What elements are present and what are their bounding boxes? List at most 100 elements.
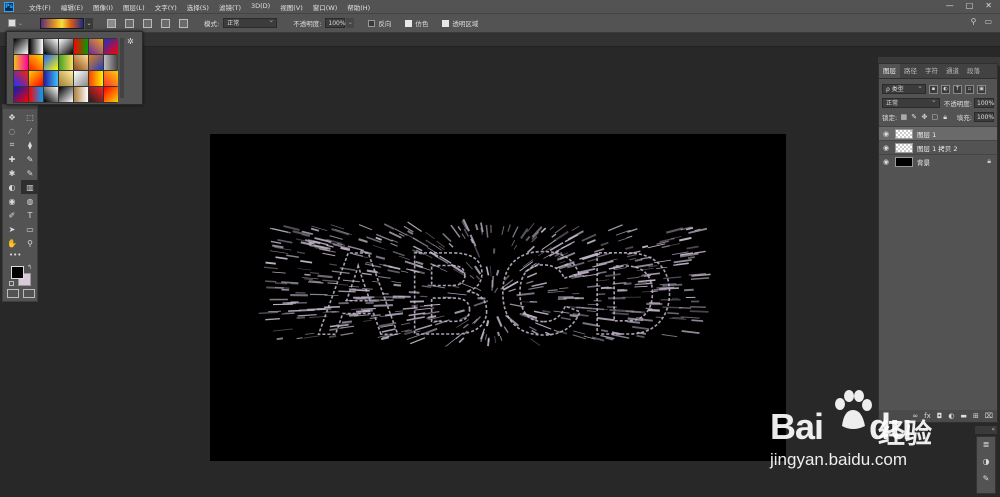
gradient-preset[interactable] xyxy=(104,55,118,70)
linear-gradient-button[interactable] xyxy=(107,18,116,28)
eraser-tool-icon[interactable]: ◐ xyxy=(3,180,21,194)
gradient-preset[interactable] xyxy=(44,39,58,54)
healing-tool-icon[interactable]: ✚ xyxy=(3,152,21,166)
gradient-preset[interactable] xyxy=(89,55,103,70)
reflected-gradient-button[interactable] xyxy=(161,18,170,28)
mode-select[interactable]: 正常 xyxy=(223,16,278,28)
eyedropper-tool-icon[interactable]: ⧫ xyxy=(21,138,39,152)
gradient-preset[interactable] xyxy=(29,39,43,54)
foreground-color[interactable] xyxy=(11,266,24,279)
smart-filter-icon[interactable]: ▣ xyxy=(977,84,986,94)
panel-tab[interactable]: 字符 xyxy=(921,64,942,78)
gradient-preset[interactable] xyxy=(29,55,43,70)
angle-gradient-button[interactable] xyxy=(143,18,152,28)
diamond-gradient-button[interactable] xyxy=(179,18,188,28)
gradient-preset[interactable] xyxy=(104,71,118,86)
panel-tab[interactable]: 通道 xyxy=(942,64,963,78)
path-select-tool-icon[interactable]: ➤ xyxy=(3,222,21,236)
gradient-preset[interactable] xyxy=(89,87,103,102)
panel-tab[interactable]: 段落 xyxy=(963,64,984,78)
transparency-checkbox[interactable] xyxy=(442,19,450,27)
gradient-preset[interactable] xyxy=(59,39,73,54)
swap-colors-icon[interactable]: ↰ xyxy=(27,264,32,271)
lasso-tool-icon[interactable]: ◌ xyxy=(3,124,21,138)
opacity-slider-button[interactable]: ⌄ xyxy=(346,18,355,28)
panel-tab[interactable]: 路径 xyxy=(900,64,921,78)
magic-wand-tool-icon[interactable]: ⁄ xyxy=(21,124,39,138)
lock-artboard-icon[interactable]: ▢ xyxy=(931,113,938,122)
menu-item[interactable]: 文件(F) xyxy=(24,2,56,12)
marquee-tool-icon[interactable]: ⬚ xyxy=(21,110,39,124)
popup-scrollbar[interactable] xyxy=(120,38,124,98)
layer-row[interactable]: ◉ 图层 1 拷贝 2 xyxy=(879,140,997,154)
history-brush-tool-icon[interactable]: ✎ xyxy=(21,166,39,180)
gradient-preset[interactable] xyxy=(44,87,58,102)
default-colors-icon[interactable] xyxy=(9,281,14,286)
adjustment-filter-icon[interactable]: ◐ xyxy=(941,84,950,94)
eye-icon[interactable]: ◉ xyxy=(879,130,893,138)
stamp-tool-icon[interactable]: ✱ xyxy=(3,166,21,180)
menu-item[interactable]: 窗口(W) xyxy=(308,2,343,12)
layer-row[interactable]: ◉ 图层 1 xyxy=(879,126,997,140)
gradient-preset[interactable] xyxy=(59,55,73,70)
gradient-preset[interactable] xyxy=(59,71,73,86)
menu-item[interactable]: 编辑(E) xyxy=(56,2,88,12)
pixel-filter-icon[interactable]: ▪ xyxy=(929,84,938,94)
gradient-preset[interactable] xyxy=(14,71,28,86)
quick-mask-icon[interactable] xyxy=(7,289,19,298)
radial-gradient-button[interactable] xyxy=(125,18,134,28)
document-canvas[interactable]: ABCD xyxy=(210,134,786,461)
gear-icon[interactable]: ✲ xyxy=(127,37,134,46)
move-tool-icon[interactable]: ✥ xyxy=(3,110,21,124)
type-tool-icon[interactable]: T xyxy=(21,208,39,222)
menu-item[interactable]: 3D(D) xyxy=(246,2,275,12)
menu-item[interactable]: 滤镜(T) xyxy=(214,2,246,12)
gradient-preset[interactable] xyxy=(44,55,58,70)
workspace-icon[interactable]: ▭ xyxy=(984,17,992,26)
gradient-preset[interactable] xyxy=(89,39,103,54)
gradient-preset[interactable] xyxy=(59,87,73,102)
eye-icon[interactable]: ◉ xyxy=(879,158,893,166)
type-filter-icon[interactable]: T xyxy=(953,84,962,94)
menu-item[interactable]: 文字(Y) xyxy=(150,2,182,12)
zoom-tool-icon[interactable]: ⚲ xyxy=(21,236,39,250)
brush-tool-icon[interactable]: ✎ xyxy=(21,152,39,166)
screen-mode-icon[interactable] xyxy=(23,289,35,298)
hand-tool-icon[interactable]: ✋ xyxy=(3,236,21,250)
gradient-preset[interactable] xyxy=(74,55,88,70)
blend-mode-select[interactable]: 正常 xyxy=(882,96,940,108)
layer-opacity-input[interactable]: 100% xyxy=(974,98,994,108)
blur-tool-icon[interactable]: ◉ xyxy=(3,194,21,208)
reverse-checkbox[interactable] xyxy=(368,19,376,27)
layer-filter-select[interactable]: ρ 类型 xyxy=(882,82,926,94)
more-tools-icon[interactable]: ••• xyxy=(9,251,21,259)
gradient-preset[interactable] xyxy=(44,71,58,86)
gradient-swatch[interactable] xyxy=(40,17,84,29)
menu-item[interactable]: 帮助(H) xyxy=(342,2,375,12)
fill-input[interactable]: 100% xyxy=(973,112,994,122)
opacity-input[interactable]: 100% xyxy=(325,18,346,28)
gradient-preset[interactable] xyxy=(14,87,28,102)
gradient-preset[interactable] xyxy=(104,39,118,54)
gradient-preset[interactable] xyxy=(14,39,28,54)
gradient-preset[interactable] xyxy=(74,87,88,102)
menu-item[interactable]: 图层(L) xyxy=(118,2,150,12)
lock-paint-icon[interactable]: ✎ xyxy=(911,113,918,122)
gradient-preset[interactable] xyxy=(14,55,28,70)
search-icon[interactable]: ⚲ xyxy=(971,17,977,26)
gradient-dropdown-button[interactable]: ⌄ xyxy=(85,17,93,29)
panel-tab[interactable]: 图层 xyxy=(879,64,900,78)
rectangle-tool-icon[interactable]: ▭ xyxy=(21,222,39,236)
menu-item[interactable]: 选择(S) xyxy=(182,2,214,12)
shape-filter-icon[interactable]: ▫ xyxy=(965,84,974,94)
pen-tool-icon[interactable]: ✐ xyxy=(3,208,21,222)
lock-transparency-icon[interactable]: ▦ xyxy=(900,113,908,122)
menu-item[interactable]: 视图(V) xyxy=(275,2,308,12)
gradient-preset[interactable] xyxy=(29,71,43,86)
lock-all-icon[interactable]: 🔒︎ xyxy=(941,113,948,122)
close-icon[interactable]: ✕ xyxy=(985,1,992,10)
gradient-preset[interactable] xyxy=(104,87,118,102)
trash-icon[interactable]: ⌧ xyxy=(985,412,993,420)
menu-item[interactable]: 图像(I) xyxy=(88,2,118,12)
maximize-icon[interactable]: □ xyxy=(966,1,974,10)
